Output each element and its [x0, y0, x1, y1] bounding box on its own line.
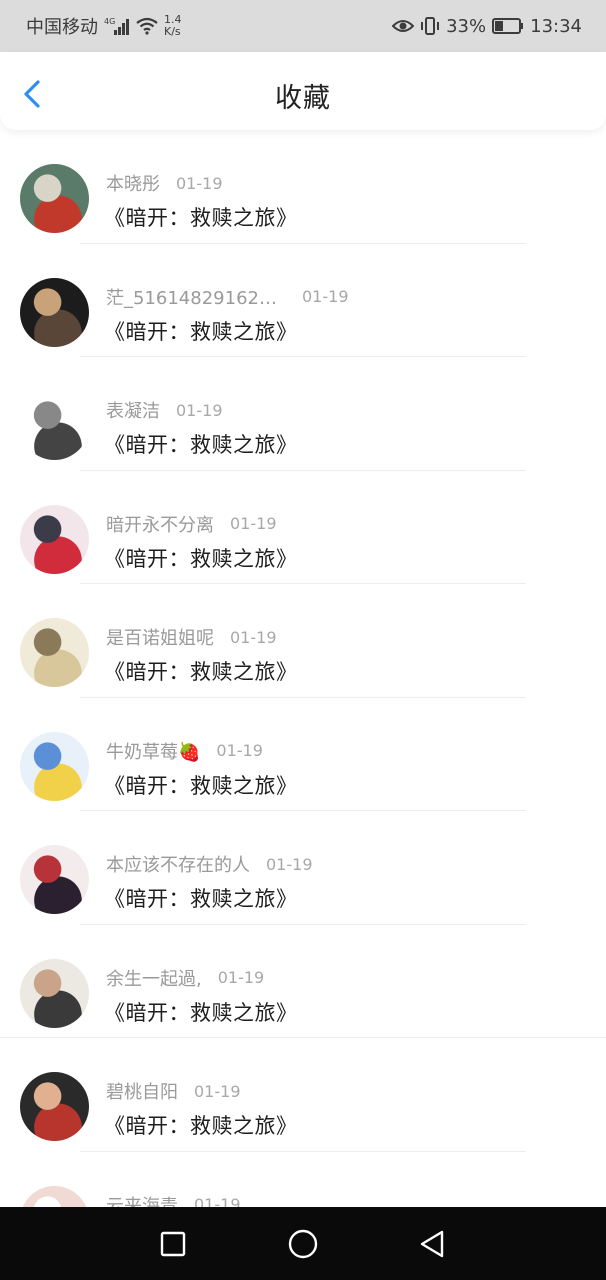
item-meta: 余生一起過, 01-19	[106, 965, 264, 991]
list-item[interactable]: 本应该不存在的人 01-19 《暗开：救赎之旅》	[0, 811, 606, 925]
book-title[interactable]: 《暗开：救赎之旅》	[104, 883, 298, 913]
item-meta: 本晓彤 01-19	[106, 170, 223, 196]
user-name[interactable]: 本应该不存在的人	[106, 851, 250, 877]
item-meta: 碧桃自阳 01-19	[106, 1078, 241, 1104]
app-header: 收藏	[0, 52, 606, 130]
user-name[interactable]: 碧桃自阳	[106, 1078, 178, 1104]
home-circle-icon	[288, 1229, 318, 1258]
favorite-date: 01-19	[216, 741, 263, 760]
wifi-icon	[136, 17, 158, 35]
recents-button[interactable]	[151, 1222, 195, 1266]
battery-icon	[492, 18, 524, 34]
avatar[interactable]	[20, 845, 89, 914]
avatar[interactable]	[20, 731, 89, 801]
book-title[interactable]: 《暗开：救赎之旅》	[104, 1110, 298, 1140]
book-title[interactable]: 《暗开：救赎之旅》	[104, 656, 298, 686]
back-triangle-icon	[420, 1230, 444, 1257]
favorite-date: 01-19	[176, 400, 223, 420]
item-meta: 是百诺姐姐呢 01-19	[106, 624, 277, 650]
list-item[interactable]: 表凝洁 01-19 《暗开：救赎之旅》	[0, 357, 606, 471]
avatar[interactable]	[20, 504, 89, 574]
avatar[interactable]	[20, 164, 89, 233]
favorite-date: 01-19	[230, 627, 277, 647]
user-name[interactable]: 是百诺姐姐呢	[106, 624, 214, 650]
favorite-date: 01-19	[302, 287, 349, 306]
book-title[interactable]: 《暗开：救赎之旅》	[104, 770, 298, 800]
item-meta: 茫_516148291624… 01-19	[106, 284, 349, 310]
item-meta: 牛奶草莓🍓 01-19	[106, 738, 263, 764]
recents-square-icon	[160, 1231, 186, 1256]
book-title[interactable]: 《暗开：救赎之旅》	[104, 429, 298, 459]
avatar[interactable]	[20, 1072, 89, 1141]
network-badge: 4G	[104, 17, 115, 26]
user-name[interactable]: 茫_516148291624…	[106, 284, 286, 310]
carrier-name: 中国移动	[26, 17, 98, 38]
favorite-date: 01-19	[266, 854, 313, 874]
item-meta: 表凝洁 01-19	[106, 397, 223, 423]
status-left: 中国移动 4G 1.4 K/s	[26, 13, 182, 39]
battery-percent: 33%	[446, 15, 487, 37]
favorite-date: 01-19	[230, 514, 277, 533]
favorites-list: 本晓彤 01-19 《暗开：救赎之旅》 茫_516148291624… 01-1…	[0, 130, 606, 1265]
vibrate-icon	[420, 16, 440, 36]
book-title[interactable]: 《暗开：救赎之旅》	[104, 997, 298, 1027]
user-name[interactable]: 余生一起過,	[106, 965, 202, 991]
avatar[interactable]	[20, 958, 89, 1028]
avatar[interactable]	[20, 277, 89, 347]
book-title[interactable]: 《暗开：救赎之旅》	[104, 543, 298, 573]
favorite-date: 01-19	[217, 968, 265, 987]
list-item[interactable]: 余生一起過, 01-19 《暗开：救赎之旅》	[0, 925, 606, 1038]
status-bar: 中国移动 4G 1.4 K/s 33% 13:34	[0, 0, 606, 52]
list-item[interactable]: 茫_516148291624… 01-19 《暗开：救赎之旅》	[0, 244, 606, 357]
avatar[interactable]	[20, 391, 89, 460]
clock: 13:34	[530, 15, 582, 37]
user-name[interactable]: 表凝洁	[106, 397, 160, 423]
signal-icon: 4G	[104, 16, 130, 36]
list-item[interactable]: 是百诺姐姐呢 01-19 《暗开：救赎之旅》	[0, 584, 606, 698]
list-item[interactable]: 碧桃自阳 01-19 《暗开：救赎之旅》	[0, 1038, 606, 1152]
list-item[interactable]: 牛奶草莓🍓 01-19 《暗开：救赎之旅》	[0, 698, 606, 811]
item-meta: 本应该不存在的人 01-19	[106, 851, 313, 877]
list-item[interactable]: 本晓彤 01-19 《暗开：救赎之旅》	[0, 130, 606, 244]
network-speed: 1.4 K/s	[164, 14, 182, 38]
list-item[interactable]: 暗开永不分离 01-19 《暗开：救赎之旅》	[0, 471, 606, 584]
page-title: 收藏	[275, 83, 331, 114]
favorite-date: 01-19	[194, 1081, 241, 1101]
eye-icon	[392, 18, 415, 34]
status-right: 33% 13:34	[392, 16, 582, 37]
system-nav-bar	[0, 1207, 606, 1280]
item-meta: 暗开永不分离 01-19	[106, 511, 277, 537]
book-title[interactable]: 《暗开：救赎之旅》	[104, 316, 298, 346]
nav-back-button[interactable]	[411, 1222, 455, 1266]
speed-unit: K/s	[164, 25, 181, 38]
user-name[interactable]: 本晓彤	[106, 170, 160, 196]
user-name[interactable]: 牛奶草莓🍓	[106, 738, 200, 764]
avatar[interactable]	[20, 618, 89, 687]
home-button[interactable]	[281, 1222, 325, 1266]
user-name[interactable]: 暗开永不分离	[106, 511, 214, 537]
favorite-date: 01-19	[176, 173, 223, 193]
book-title[interactable]: 《暗开：救赎之旅》	[104, 202, 298, 232]
